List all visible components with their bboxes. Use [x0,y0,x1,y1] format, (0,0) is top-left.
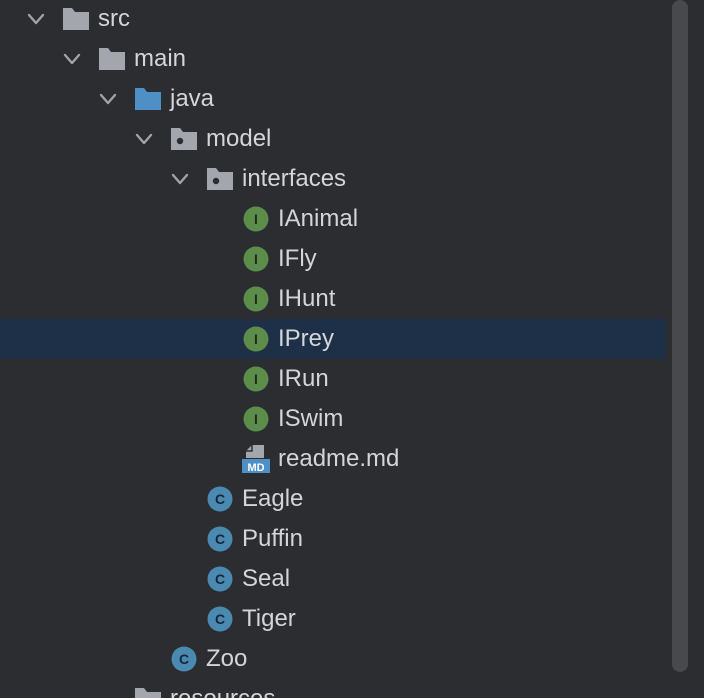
tree-item-label: main [134,45,187,72]
tree-item-label: IAnimal [278,205,359,232]
source-folder-icon [135,88,161,110]
tree-item-eagle[interactable]: C Eagle [0,479,666,519]
class-icon: C [207,606,233,632]
class-icon: C [207,566,233,592]
tree-item-label: src [98,5,130,32]
tree-item-src[interactable]: src [0,0,666,39]
tree-item-label: resources [170,679,275,698]
svg-text:MD: MD [247,462,264,474]
svg-text:I: I [254,411,258,427]
tree-item-model[interactable]: model [0,119,666,159]
interface-icon: I [243,406,269,432]
tree-item-label: ISwim [278,405,344,432]
svg-text:I: I [254,331,258,347]
tree-item-label: Zoo [206,645,248,672]
tree-item-ihunt[interactable]: I IHunt [0,279,666,319]
class-icon: C [207,526,233,552]
svg-text:C: C [215,571,225,587]
tree-item-seal[interactable]: C Seal [0,559,666,599]
svg-text:C: C [179,651,189,667]
tree-item-label: Tiger [242,605,296,632]
scrollbar-thumb[interactable] [672,0,688,672]
chevron-down-icon[interactable] [61,48,83,70]
folder-icon [99,48,125,70]
tree-item-java[interactable]: java [0,79,666,119]
svg-text:I: I [254,251,258,267]
chevron-down-icon[interactable] [97,88,119,110]
tree-item-label: IFly [278,245,317,272]
tree-item-ianimal[interactable]: I IAnimal [0,199,666,239]
tree-item-tiger[interactable]: C Tiger [0,599,666,639]
markdown-file-icon: MD [242,445,270,474]
chevron-down-icon[interactable] [25,8,47,30]
tree-item-label: IPrey [278,325,335,352]
tree-item-puffin[interactable]: C Puffin [0,519,666,559]
tree-item-label: Eagle [242,485,304,512]
tree-item-label: Puffin [242,525,303,552]
tree-item-ifly[interactable]: I IFly [0,239,666,279]
tree-item-interfaces[interactable]: interfaces [0,159,666,199]
chevron-down-icon[interactable] [133,128,155,150]
package-icon [207,168,233,190]
svg-text:C: C [215,491,225,507]
tree-item-label: IRun [278,365,329,392]
tree-item-label: java [170,85,215,112]
folder-icon [135,688,161,698]
tree-item-main[interactable]: main [0,39,666,79]
interface-icon: I [243,366,269,392]
interface-icon: I [243,206,269,232]
tree-item-zoo[interactable]: C Zoo [0,639,666,679]
tree-item-irun[interactable]: I IRun [0,359,666,399]
tree-item-label: readme.md [278,445,400,472]
tree-item-readme[interactable]: MD readme.md [0,439,666,479]
interface-icon: I [243,326,269,352]
svg-text:I: I [254,371,258,387]
folder-icon [63,8,89,30]
svg-text:I: I [254,211,258,227]
tree-item-label: IHunt [278,285,336,312]
project-tree[interactable]: src main java model interfaces I IAnimal… [0,0,666,698]
package-icon [171,128,197,150]
chevron-down-icon[interactable] [169,168,191,190]
tree-item-iprey[interactable]: I IPrey [0,319,666,359]
tree-item-label: model [206,125,272,152]
tree-item-iswim[interactable]: I ISwim [0,399,666,439]
tree-item-resources[interactable]: resources [0,679,666,698]
svg-text:I: I [254,291,258,307]
class-icon: C [171,646,197,672]
interface-icon: I [243,246,269,272]
svg-text:C: C [215,531,225,547]
interface-icon: I [243,286,269,312]
tree-item-label: interfaces [242,165,347,192]
svg-text:C: C [215,611,225,627]
tree-item-label: Seal [242,565,291,592]
class-icon: C [207,486,233,512]
